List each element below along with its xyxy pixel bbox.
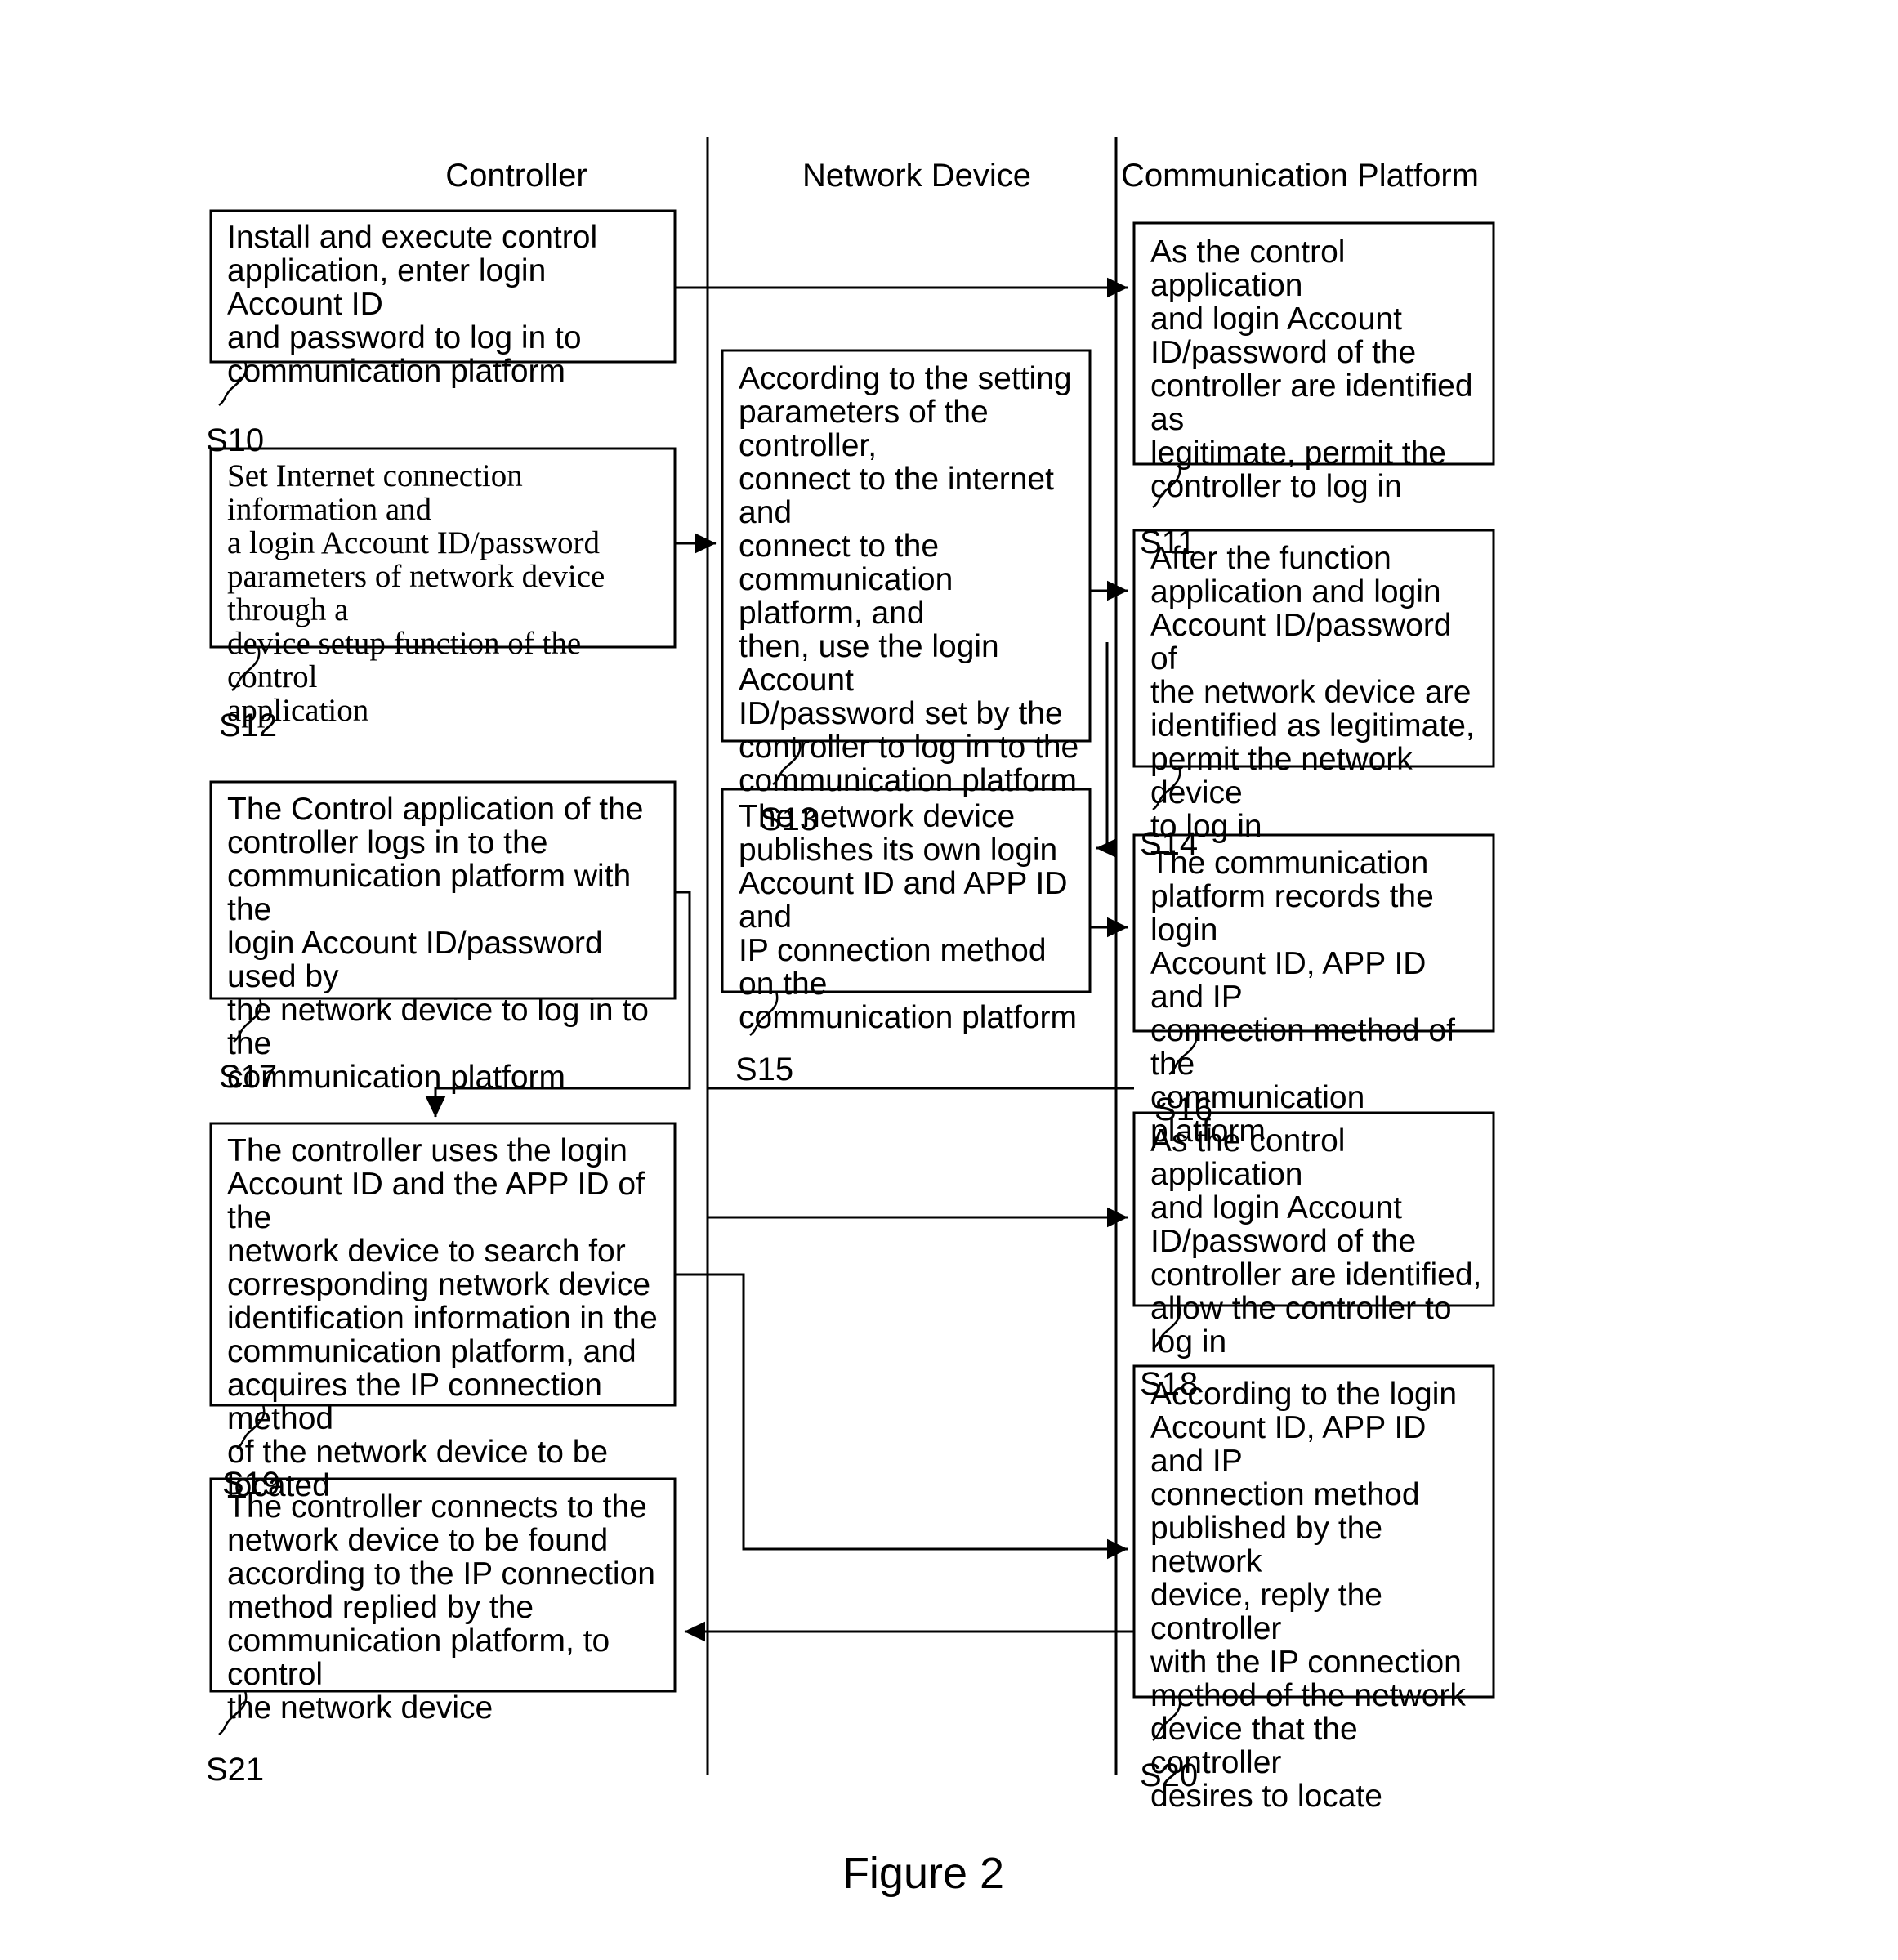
step-text-S17: The Control application of the controlle… <box>227 792 649 1095</box>
flow-S16-to-S18 <box>706 1088 1128 1228</box>
step-text-S16: The communication platform records the l… <box>1150 846 1455 1149</box>
figure-canvas: Controller Network Device Communication … <box>0 0 1898 1960</box>
step-text-S13: According to the setting parameters of t… <box>739 361 1079 798</box>
lane-title-network-device: Network Device <box>802 158 1031 194</box>
step-text-S11: As the control application and login Acc… <box>1150 234 1473 504</box>
step-text-S15: The network device publishes its own log… <box>739 799 1077 1035</box>
step-text-S14: After the function application and login… <box>1150 541 1475 844</box>
step-text-S10: Install and execute control application,… <box>227 220 598 389</box>
step-text-S19: The controller uses the login Account ID… <box>227 1133 658 1503</box>
step-label-S21: S21 <box>206 1752 264 1788</box>
step-text-S20: According to the login Account ID, APP I… <box>1150 1377 1466 1814</box>
figure-caption: Figure 2 <box>842 1849 1004 1898</box>
flow-S14-to-S15 <box>1096 642 1118 859</box>
step-label-S10: S10 <box>206 422 264 458</box>
step-text-S18: As the control application and login Acc… <box>1150 1123 1482 1359</box>
step-text-S12: Set Internet connection information and … <box>227 458 605 728</box>
step-label-S15: S15 <box>735 1051 793 1087</box>
lane-title-controller: Controller <box>445 158 587 194</box>
lane-title-communication-platform: Communication Platform <box>1121 158 1479 194</box>
step-text-S21: The controller connects to the network d… <box>227 1489 655 1726</box>
flow-S19-to-S20 <box>675 1273 1128 1560</box>
